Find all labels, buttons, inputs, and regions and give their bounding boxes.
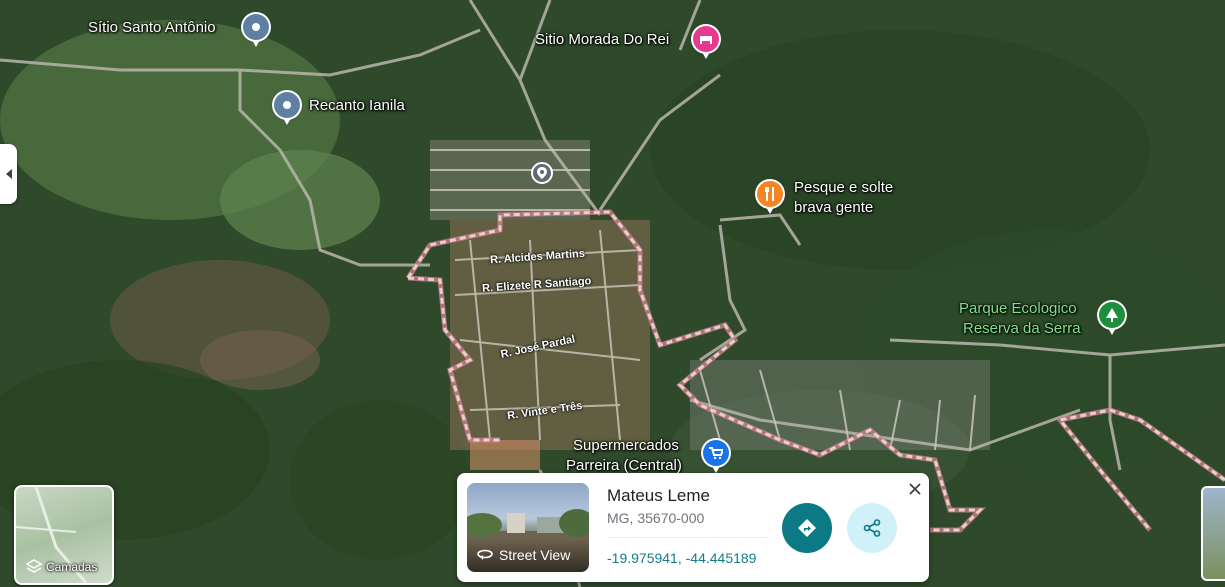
shopping-cart-icon[interactable] [703,440,729,473]
place-coordinates[interactable]: -19.975941, -44.445189 [607,550,756,566]
poi-label-parque-ecologico-line2[interactable]: Reserva da Serra [963,320,1081,338]
fork-knife-icon[interactable] [757,181,783,214]
poi-label-recanto-ianila[interactable]: Recanto Ianila [309,97,405,115]
collapse-panel-button[interactable] [0,144,17,204]
layers-button[interactable]: Camadas [14,485,114,585]
poi-label-sitio-morada-do-rei[interactable]: Sitio Morada Do Rei [535,31,669,49]
street-view-label: Street View [499,547,571,563]
place-pin-icon[interactable] [274,92,300,125]
poi-label-pesque-e-solte-line2[interactable]: brava gente [794,199,873,217]
poi-label-pesque-e-solte-line1[interactable]: Pesque e solte [794,179,893,197]
divider [607,537,767,538]
poi-label-parque-ecologico-line1[interactable]: Parque Ecologico [959,300,1077,318]
poi-label-sitio-santo-antonio[interactable]: Sítio Santo Antônio [88,19,216,37]
bed-icon[interactable] [693,26,719,59]
directions-button[interactable] [782,503,832,553]
poi-label-supermercados-line1[interactable]: Supermercados [573,437,679,455]
place-info-card: Street View Mateus Leme MG, 35670-000 -1… [457,473,929,582]
imagery-thumbnail[interactable] [1201,486,1225,581]
chevron-left-icon [5,169,12,179]
place-pin-icon[interactable] [243,14,269,47]
location-pin-icon[interactable] [531,162,553,184]
directions-icon [798,519,816,537]
layers-label: Camadas [46,560,98,574]
place-title: Mateus Leme [607,486,710,505]
place-address: MG, 35670-000 [607,510,705,526]
close-icon [909,483,921,495]
close-button[interactable] [905,479,925,499]
layers-icon [26,559,42,573]
share-icon [863,519,881,537]
street-view-rotate-icon [477,549,493,560]
street-view-thumbnail[interactable]: Street View [467,483,589,572]
share-button[interactable] [847,503,897,553]
tree-icon[interactable] [1099,302,1125,335]
